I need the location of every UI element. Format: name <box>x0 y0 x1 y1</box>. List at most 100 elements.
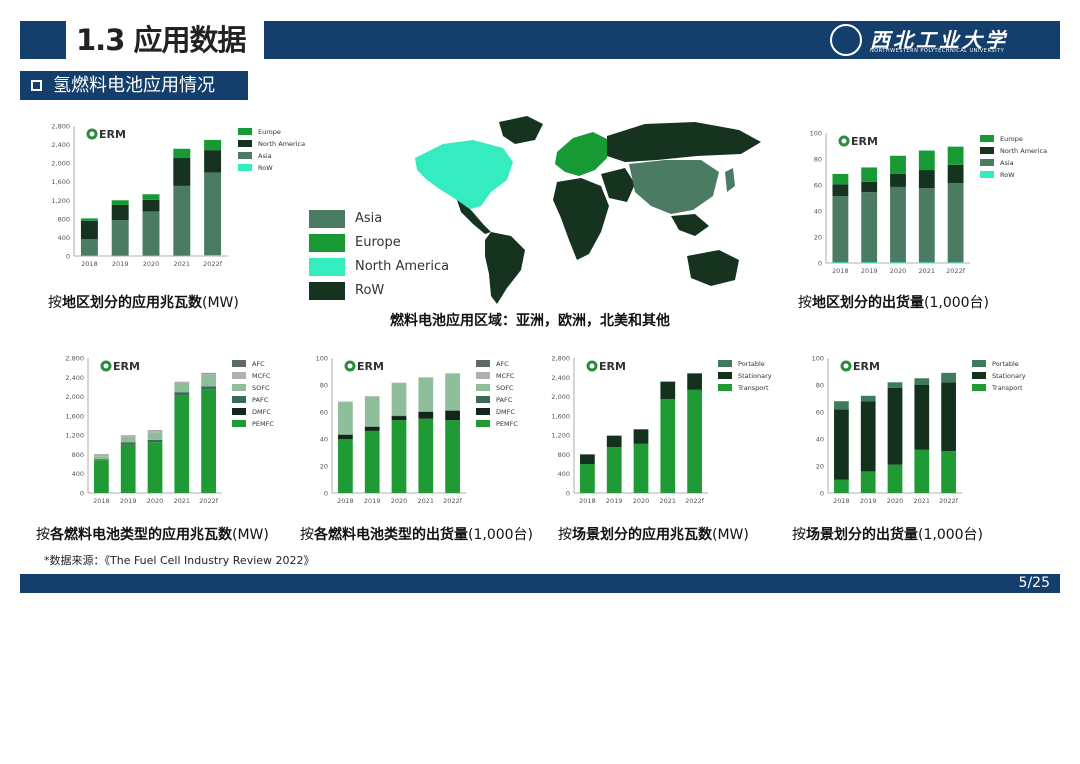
legend-label: RoW <box>258 164 273 172</box>
x-tick-label: 2022f <box>199 497 219 505</box>
footer-bar: 5/25 <box>20 574 1060 593</box>
x-tick-label: 2022f <box>939 497 959 505</box>
legend-swatch <box>238 164 252 171</box>
y-tick-label: 1,600 <box>51 178 70 186</box>
bar-north-america <box>832 184 849 197</box>
page-number: 5/25 <box>1018 575 1050 591</box>
bar-dmfc <box>338 434 353 439</box>
bar-europe <box>142 194 160 200</box>
bar-pemfc <box>174 395 190 493</box>
y-tick-label: 0 <box>820 490 824 498</box>
erm-logo-icon-inner <box>589 363 595 369</box>
university-seal-icon <box>830 24 862 56</box>
legend-label: Portable <box>992 360 1019 368</box>
x-tick-label: 2019 <box>860 497 877 505</box>
bar-pemfc <box>445 420 460 493</box>
bar-row <box>832 262 849 263</box>
bar-sofc <box>338 402 353 435</box>
y-tick-label: 1,600 <box>551 412 570 420</box>
erm-logo: ERM <box>100 360 140 373</box>
legend-label: Asia <box>258 152 272 160</box>
bar-north-america <box>173 158 191 186</box>
erm-logo-text: ERM <box>99 128 126 141</box>
map-japan <box>725 168 735 192</box>
y-tick-label: 2,800 <box>51 123 70 131</box>
legend-swatch <box>718 360 732 367</box>
erm-logo-icon-inner <box>103 363 109 369</box>
section-subtitle: 氢燃料电池应用情况 <box>20 71 248 100</box>
bar-north-america <box>111 204 129 221</box>
page-title: 1.3 应用数据 <box>76 23 246 57</box>
y-tick-label: 0 <box>566 490 570 498</box>
bar-row <box>204 255 222 256</box>
map-caption: 燃料电池应用区域：亚洲，欧洲，北美和其他 <box>390 313 670 329</box>
legend-swatch <box>232 420 246 427</box>
x-tick-label: 2022f <box>443 497 463 505</box>
chart-caption: 按场景划分的应用兆瓦数(MW) <box>558 527 749 543</box>
x-tick-label: 2022f <box>685 497 705 505</box>
bar-sofc <box>445 373 460 411</box>
bar-north-america <box>142 199 160 212</box>
section-subtitle-text: 氢燃料电池应用情况 <box>53 75 215 96</box>
bar-transport <box>580 464 595 493</box>
y-tick-label: 0 <box>80 490 84 498</box>
bar-asia <box>173 185 191 256</box>
legend-swatch <box>476 360 490 367</box>
legend-swatch <box>238 128 252 135</box>
bar-sofc <box>120 437 136 443</box>
bar-dmfc <box>445 410 460 421</box>
map-north-america <box>415 140 513 210</box>
bar-dmfc <box>418 412 434 419</box>
y-tick-label: 2,000 <box>51 160 70 168</box>
bar-stationary <box>834 409 849 480</box>
bar-europe <box>204 139 222 151</box>
legend-swatch <box>980 171 994 178</box>
bar-asia <box>890 186 906 263</box>
y-tick-label: 800 <box>58 215 70 223</box>
y-tick-label: 400 <box>558 470 570 478</box>
legend-label: Stationary <box>738 372 772 380</box>
bar-mcfc <box>201 373 216 375</box>
bar-pafc <box>147 439 163 443</box>
chart-caption: 按场景划分的出货量(1,000台) <box>792 527 984 543</box>
bar-asia <box>947 183 964 263</box>
bar-sofc <box>201 374 216 387</box>
bar-europe <box>80 218 98 221</box>
bar-pafc <box>174 392 190 396</box>
legend-swatch <box>232 396 246 403</box>
x-tick-label: 2019 <box>120 497 137 505</box>
chart-caption: 按各燃料电池类型的应用兆瓦数(MW) <box>36 527 269 543</box>
legend-label: Transport <box>737 384 769 392</box>
map-legend-label: North America <box>355 259 450 274</box>
erm-logo-text: ERM <box>113 360 140 373</box>
y-tick-label: 80 <box>814 156 822 164</box>
legend-swatch <box>238 140 252 147</box>
legend-swatch <box>980 135 994 142</box>
chart-type-mw: 0 400 800 1,200 1,600 2,000 2,400 2,800 2018 2019… <box>65 355 274 506</box>
bar-asia <box>111 220 129 256</box>
bar-pemfc <box>94 460 109 493</box>
y-tick-label: 80 <box>816 382 824 390</box>
x-tick-label: 2022f <box>946 267 966 275</box>
legend-label: PAFC <box>496 396 513 404</box>
bar-asia <box>142 211 160 256</box>
bar-portable <box>887 382 903 388</box>
legend-swatch <box>232 384 246 391</box>
y-tick-label: 2,000 <box>65 393 84 401</box>
bar-asia <box>80 239 98 256</box>
x-tick-label: 2019 <box>364 497 381 505</box>
map-australia <box>687 250 739 286</box>
legend-label: MCFC <box>252 372 271 380</box>
erm-logo-icon-inner <box>347 363 353 369</box>
x-tick-label: 2022f <box>203 260 223 268</box>
bar-sofc <box>364 396 380 427</box>
chart-caption: 按地区划分的应用兆瓦数(MW) <box>48 295 239 311</box>
y-tick-label: 1,600 <box>65 412 84 420</box>
bar-dmfc <box>364 426 380 431</box>
bar-mcfc <box>174 382 190 384</box>
y-tick-label: 2,800 <box>65 355 84 363</box>
erm-logo-icon-inner <box>843 363 849 369</box>
chart-region-mw: 0 400 800 1,200 1,600 2,000 2,400 2,800 2018 2019… <box>51 123 305 269</box>
x-tick-label: 2021 <box>174 497 191 505</box>
y-tick-label: 2,400 <box>51 141 70 149</box>
